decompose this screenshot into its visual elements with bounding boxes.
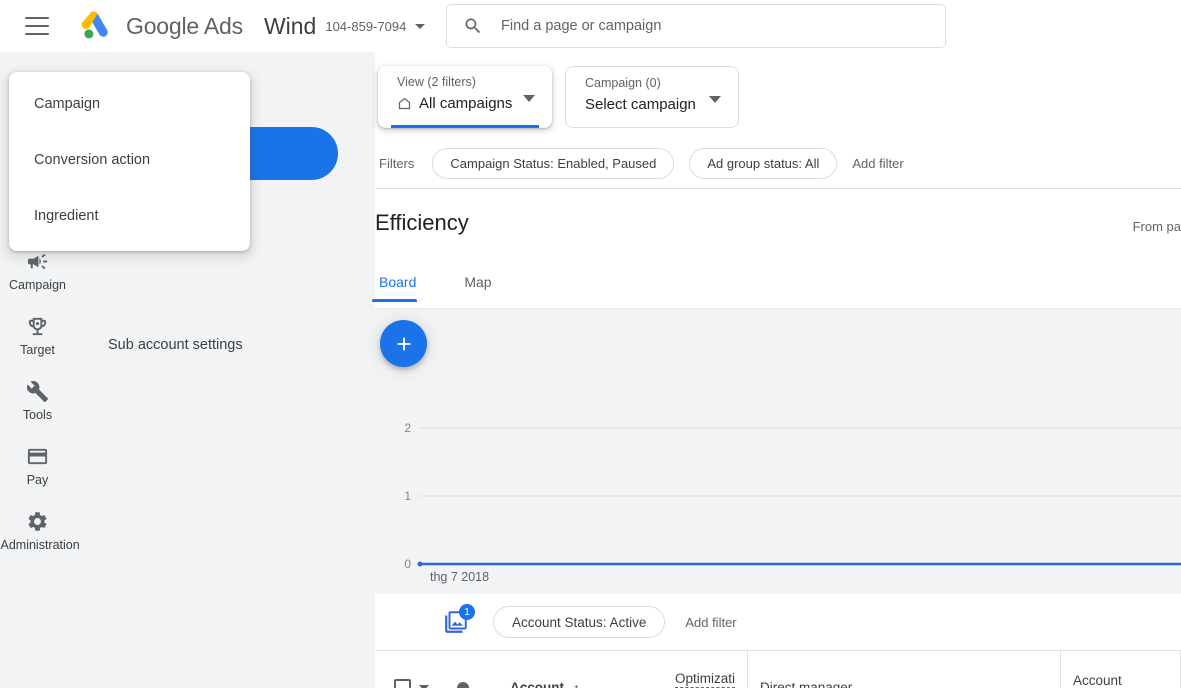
y-tick-2: 2	[404, 421, 411, 435]
table-header-account-type-line1: Account	[1073, 672, 1122, 688]
brand-ads: Ads	[203, 12, 243, 39]
table-header-account-label[interactable]: Account	[510, 680, 564, 688]
filter-chip-ad-group-status[interactable]: Ad group status: All	[689, 148, 838, 179]
gear-icon	[26, 507, 49, 535]
table-header-direct-manager[interactable]: Direct manager	[748, 651, 1061, 688]
table-header-account-type[interactable]: Account Type	[1061, 651, 1181, 688]
collection-images-icon[interactable]: 1	[443, 604, 475, 635]
y-tick-1: 1	[404, 489, 411, 503]
sub-account-settings-link[interactable]: Sub account settings	[108, 337, 243, 353]
x-tick-label: thg 7 2018	[430, 570, 490, 584]
menu-item-label: Conversion action	[34, 152, 151, 168]
campaign-selector[interactable]: Campaign (0) Select campaign	[565, 66, 739, 128]
status-dot-icon	[457, 681, 469, 688]
search-icon	[465, 18, 481, 34]
app-root: Google Ads Wind 104-859-7094 Find a page…	[0, 0, 1181, 688]
view-selector-active-underline	[391, 125, 539, 128]
tab-bar: Board Map	[371, 274, 536, 302]
trophy-icon	[26, 312, 49, 340]
selector-bar: View (2 filters) All campaigns Campaign …	[375, 66, 739, 128]
account-id: 104-859-7094	[325, 18, 407, 34]
tab-map[interactable]: Map	[460, 274, 495, 302]
filter-chip-campaign-status[interactable]: Campaign Status: Enabled, Paused	[432, 148, 675, 179]
brand-text: Google Ads	[126, 13, 243, 40]
table-header-optimization-score[interactable]: Optimizati Po	[647, 651, 748, 688]
table-header-row: Account ↑ Optimizati Po Direct manager A…	[375, 650, 1181, 688]
campaign-chevron-down-icon[interactable]	[709, 96, 721, 103]
table-header-optimization-line1: Optimizati	[674, 670, 735, 688]
ads-mark-icon	[81, 11, 108, 39]
table-toolbar: 1 Account Status: Active Add filter	[375, 594, 1181, 650]
efficiency-chart: 2 1 0 thg 7 2018	[375, 309, 1181, 594]
y-tick-0: 0	[404, 557, 411, 571]
page-header: Efficiency From pa	[375, 210, 1181, 236]
sidebar-item-label: Tools	[22, 408, 53, 422]
tab-board[interactable]: Board	[371, 274, 420, 302]
plus-icon	[397, 337, 410, 350]
hamburger-icon[interactable]	[25, 17, 49, 35]
google-ads-logo: Google Ads	[81, 10, 243, 42]
sidebar-item-pay[interactable]: Pay	[0, 442, 75, 488]
sidebar-item-label: Target	[20, 343, 55, 357]
view-selector[interactable]: View (2 filters) All campaigns	[378, 66, 552, 128]
credit-card-icon	[26, 442, 49, 470]
add-filter-button[interactable]: Add filter	[852, 156, 903, 171]
home-icon	[397, 96, 412, 111]
campaign-selector-caption: Campaign (0)	[585, 76, 661, 90]
select-all-checkbox[interactable]	[394, 679, 411, 688]
filters-label: Filters	[379, 156, 415, 171]
search-placeholder: Find a page or campaign	[501, 18, 662, 34]
account-switcher-chevron-down-icon[interactable]	[415, 23, 426, 29]
sidebar-item-administration[interactable]: Administration	[0, 507, 80, 553]
sidebar-item-label: Administration	[0, 538, 80, 552]
table-add-filter-button[interactable]: Add filter	[685, 615, 736, 630]
top-bar: Google Ads Wind 104-859-7094 Find a page…	[0, 0, 1181, 52]
sort-ascending-icon[interactable]: ↑	[573, 680, 580, 688]
add-fab-button[interactable]	[380, 320, 427, 367]
view-chevron-down-icon[interactable]	[523, 95, 535, 102]
account-name: Wind	[263, 12, 317, 39]
sidebar-item-tools[interactable]: Tools	[0, 377, 75, 423]
select-all-chevron-down-icon[interactable]	[419, 684, 429, 688]
sidebar-item-label: Pay	[26, 473, 49, 487]
menu-item-campaign[interactable]: Campaign	[9, 76, 250, 132]
search-input[interactable]: Find a page or campaign	[446, 4, 946, 48]
menu-item-label: Campaign	[34, 96, 101, 112]
sidebar-item-label: Campaign	[9, 278, 66, 292]
filter-bar: Filters Campaign Status: Enabled, Paused…	[375, 147, 904, 180]
main-content: View (2 filters) All campaigns Campaign …	[371, 52, 1181, 688]
filter-chip-account-status[interactable]: Account Status: Active	[493, 606, 666, 638]
table-header-direct-manager-label: Direct manager	[760, 680, 853, 688]
collection-badge-count: 1	[459, 604, 475, 620]
from-page-label: From pa	[1132, 219, 1181, 234]
chart-canvas	[417, 427, 1181, 567]
sidebar-item-campaign[interactable]: Campaign	[0, 247, 75, 293]
brand-google: Google	[126, 12, 199, 39]
page-title: Efficiency	[375, 210, 469, 235]
view-selector-value: All campaigns	[419, 95, 513, 112]
sidebar-item-target[interactable]: Target	[0, 312, 75, 358]
menu-item-ingredient[interactable]: Ingredient	[9, 188, 250, 244]
table-header-account: Account ↑	[375, 651, 647, 688]
accounts-table: Account ↑ Optimizati Po Direct manager A…	[375, 650, 1181, 688]
tools-icon	[26, 377, 49, 405]
divider	[375, 188, 1181, 189]
view-selector-caption: View (2 filters)	[397, 75, 476, 89]
menu-item-conversion-action[interactable]: Conversion action	[9, 132, 250, 188]
megaphone-icon	[26, 247, 49, 275]
dropdown-menu: Campaign Conversion action Ingredient	[9, 72, 250, 251]
menu-item-label: Ingredient	[34, 208, 99, 224]
